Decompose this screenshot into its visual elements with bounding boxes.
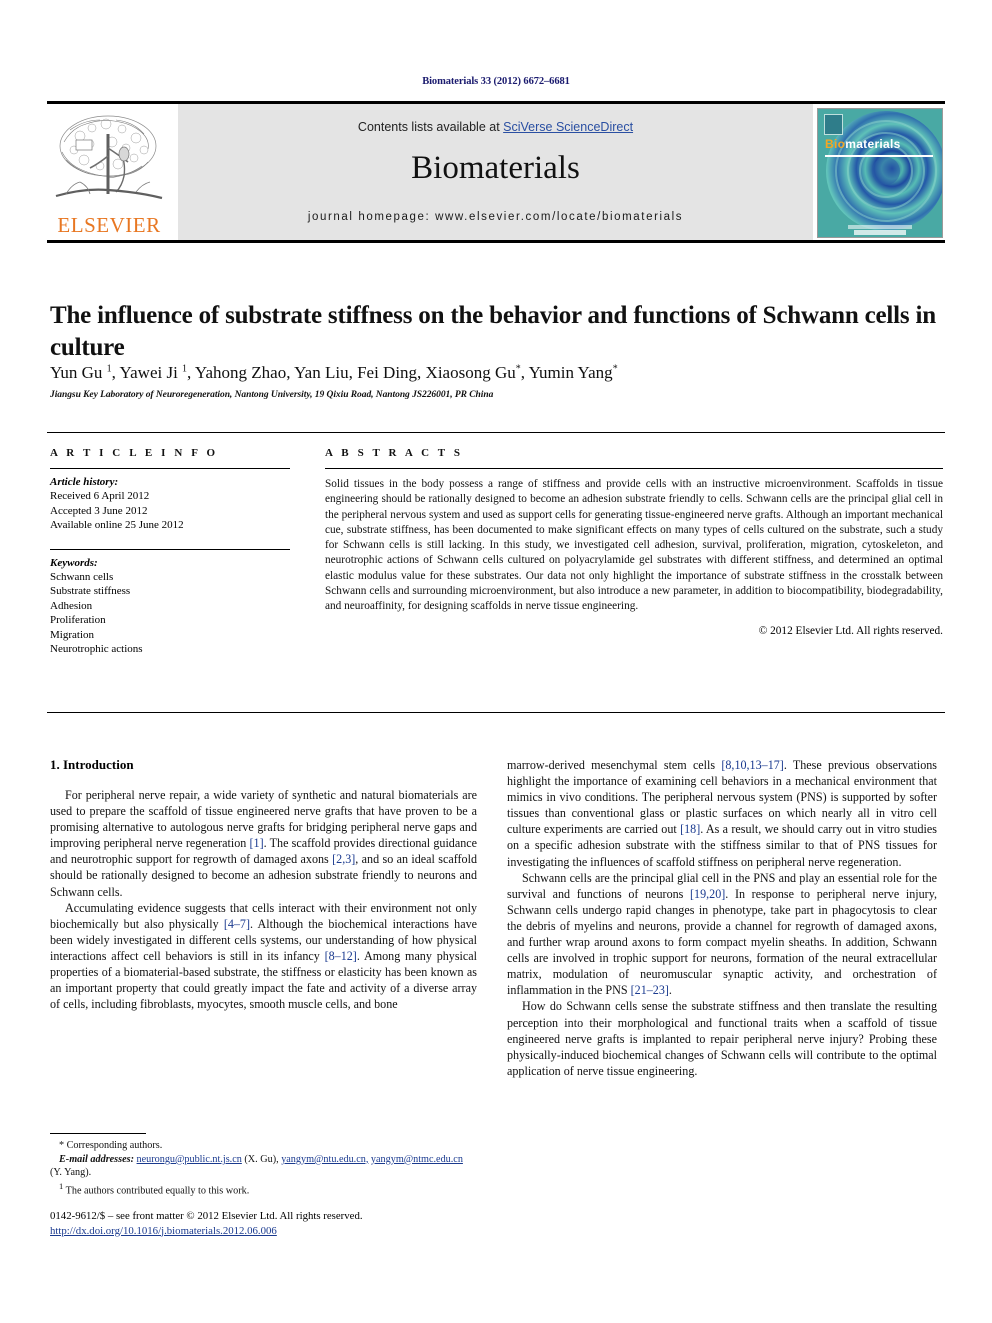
frontmatter-block: 0142-9612/$ – see front matter © 2012 El…	[50, 1209, 520, 1238]
cover-publisher-logo-icon	[824, 114, 843, 135]
abstract-column: A B S T R A C T S Solid tissues in the b…	[325, 447, 943, 637]
sciencedirect-link[interactable]: SciVerse ScienceDirect	[503, 120, 633, 134]
keyword-item: Migration	[50, 628, 94, 641]
paragraph: Schwann cells are the principal glial ce…	[507, 870, 937, 998]
paragraph: For peripheral nerve repair, a wide vari…	[50, 788, 477, 899]
article-history-label: Article history:	[50, 476, 119, 488]
affiliation: Jiangsu Key Laboratory of Neuroregenerat…	[50, 390, 494, 400]
article-info-rule	[50, 468, 290, 469]
keyword-item: Proliferation	[50, 614, 106, 626]
author-footnote-marker: 1	[106, 363, 112, 375]
email-label: E-mail addresses:	[59, 1153, 134, 1165]
cover-title-materials: materials	[845, 137, 901, 151]
email-owner-gu: (X. Gu),	[244, 1153, 279, 1165]
cover-journal-title: Biomaterials	[825, 137, 901, 151]
section-heading-introduction: 1. Introduction	[50, 757, 134, 772]
footnote-separator-rule	[50, 1133, 146, 1134]
abstract-rule	[325, 468, 943, 469]
body-column-left: 1. Introduction For peripheral nerve rep…	[50, 757, 477, 1012]
issn-copyright-line: 0142-9612/$ – see front matter © 2012 El…	[50, 1210, 363, 1222]
keyword-item: Schwann cells	[50, 570, 114, 583]
abstract-copyright: © 2012 Elsevier Ltd. All rights reserved…	[758, 624, 943, 637]
elsevier-tree-icon	[55, 115, 163, 200]
email-link-yang-ntmc[interactable]: yangym@ntmc.edu.cn	[371, 1154, 463, 1165]
page-title: The influence of substrate stiffness on …	[50, 301, 936, 361]
abstract-text: Solid tissues in the body possess a rang…	[325, 478, 943, 613]
keywords-rule	[50, 548, 290, 550]
history-item: Accepted 3 June 2012	[50, 504, 148, 517]
cover-title-underline	[825, 155, 933, 157]
equal-contribution-marker: 1	[59, 1180, 64, 1191]
author-list: Yun Gu 1, Yawei Ji 1, Yahong Zhao, Yan L…	[50, 363, 618, 382]
article-info-column: A R T I C L E I N F O Article history: R…	[50, 447, 290, 657]
author-footnote-marker: 1	[182, 363, 188, 375]
keyword-item: Neurotrophic actions	[50, 643, 143, 655]
journal-cover-thumbnail: Biomaterials	[817, 108, 943, 238]
journal-homepage-link[interactable]: journal homepage: www.elsevier.com/locat…	[178, 211, 813, 223]
paper-page: Biomaterials 33 (2012) 6672–6681 ELSEVIE…	[0, 0, 992, 1323]
footnotes-block: * Corresponding authors. E-mail addresse…	[50, 1139, 477, 1198]
corresponding-authors-note: * Corresponding authors.	[59, 1140, 163, 1151]
email-owner-yang: (Y. Yang).	[50, 1167, 92, 1179]
keyword-item: Substrate stiffness	[50, 585, 131, 597]
elsevier-wordmark: ELSEVIER	[57, 213, 161, 237]
corresponding-marker: *	[515, 363, 521, 375]
history-item: Available online 25 June 2012	[50, 519, 184, 531]
abstract-heading: A B S T R A C T S	[325, 447, 464, 459]
info-band-top-rule	[47, 432, 945, 433]
history-item: Received 6 April 2012	[50, 490, 150, 502]
journal-masthead: ELSEVIER Contents lists available at Sci…	[47, 101, 945, 243]
cover-footer-bar-2	[854, 230, 906, 235]
masthead-center-panel: Contents lists available at SciVerse Sci…	[178, 104, 813, 240]
email-addresses-note: E-mail addresses: neurongu@public.nt.js.…	[50, 1153, 477, 1180]
paragraph: How do Schwann cells sense the substrate…	[507, 999, 937, 1078]
paragraph: marrow-derived mesenchymal stem cells [8…	[507, 758, 937, 869]
contents-available-line: Contents lists available at SciVerse Sci…	[178, 104, 813, 134]
cover-footer-bar	[848, 225, 912, 229]
keywords-label: Keywords:	[50, 556, 98, 569]
info-band-bottom-rule	[47, 712, 945, 713]
paragraph: Accumulating evidence suggests that cell…	[50, 900, 477, 1012]
body-column-right: marrow-derived mesenchymal stem cells [8…	[507, 757, 937, 1079]
elsevier-logo: ELSEVIER	[50, 108, 168, 237]
email-link-yang-ntu[interactable]: yangym@ntu.edu.cn,	[281, 1154, 368, 1165]
equal-contribution-text: The authors contributed equally to this …	[65, 1185, 250, 1197]
cover-title-bio: Bio	[825, 137, 846, 151]
article-info-heading: A R T I C L E I N F O	[50, 447, 219, 459]
email-link-gu[interactable]: neurongu@public.nt.js.cn	[137, 1154, 242, 1165]
running-head: Biomaterials 33 (2012) 6672–6681	[422, 76, 570, 87]
keyword-item: Adhesion	[50, 599, 93, 612]
journal-title: Biomaterials	[411, 150, 580, 186]
equal-contribution-note: 1 The authors contributed equally to thi…	[50, 1180, 477, 1198]
contents-prefix: Contents lists available at	[357, 120, 504, 134]
corresponding-marker: *	[612, 363, 618, 375]
doi-link[interactable]: http://dx.doi.org/10.1016/j.biomaterials…	[50, 1225, 277, 1237]
